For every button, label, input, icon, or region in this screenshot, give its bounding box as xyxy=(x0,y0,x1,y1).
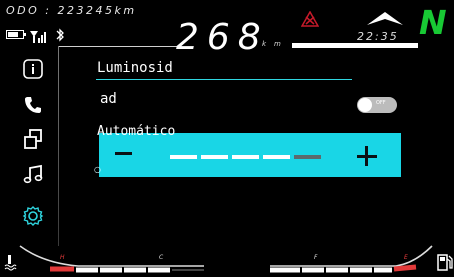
phone-icon xyxy=(25,97,41,113)
toggle-knob xyxy=(358,98,372,112)
temp-gauge-low-label: C xyxy=(159,254,164,261)
sidebar-item-swap[interactable] xyxy=(20,126,46,152)
auto-brightness-toggle[interactable]: OFF xyxy=(357,97,397,113)
speed-unit: km xyxy=(262,40,289,48)
navigation-arrow-icon xyxy=(366,10,404,26)
brightness-increase-button-vertical[interactable] xyxy=(365,146,368,166)
brightness-decrease-button[interactable] xyxy=(115,152,132,155)
coolant-temp-icon xyxy=(3,254,17,272)
brightness-ring-icon: ○ xyxy=(94,165,101,174)
fuel-gauge-empty-label: E xyxy=(404,254,408,261)
warning-triangle-icon xyxy=(300,10,320,27)
sidebar-item-settings[interactable] xyxy=(20,203,46,229)
brightness-label: Automático xyxy=(97,124,176,139)
signal-icon xyxy=(30,28,46,43)
temp-gauge-high-label: H xyxy=(60,254,65,261)
brightness-segment xyxy=(232,155,259,159)
brightness-segment xyxy=(263,155,290,159)
sidebar-item-phone[interactable] xyxy=(20,92,46,118)
sidebar-item-music[interactable] xyxy=(20,161,46,187)
odometer: ODO : 223245km xyxy=(6,4,137,17)
music-icon xyxy=(23,164,43,184)
top-right-bar xyxy=(292,43,418,48)
top-divider-line xyxy=(58,46,178,47)
fuel-gauge xyxy=(270,245,433,273)
brightness-segment xyxy=(170,155,197,159)
clock: 22:35 xyxy=(357,30,399,43)
brightness-segment xyxy=(201,155,228,159)
speed-readout: 268 xyxy=(176,17,269,58)
menu-title: Luminosid xyxy=(97,60,173,76)
gear-indicator: N xyxy=(419,3,447,42)
fuel-gauge-full-label: F xyxy=(314,254,318,261)
menu-subtitle: ad xyxy=(100,91,117,107)
temperature-gauge xyxy=(19,245,204,273)
toggle-label: OFF xyxy=(376,100,386,106)
info-icon xyxy=(23,59,43,79)
sidebar-item-info[interactable] xyxy=(20,56,46,82)
fuel-pump-icon xyxy=(437,253,453,271)
sidebar-divider xyxy=(58,46,59,246)
battery-icon xyxy=(6,30,26,39)
brightness-segment xyxy=(294,155,321,159)
swap-icon xyxy=(24,129,42,149)
bluetooth-icon xyxy=(55,27,65,42)
settings-icon xyxy=(22,206,44,226)
menu-title-underline xyxy=(96,79,352,80)
